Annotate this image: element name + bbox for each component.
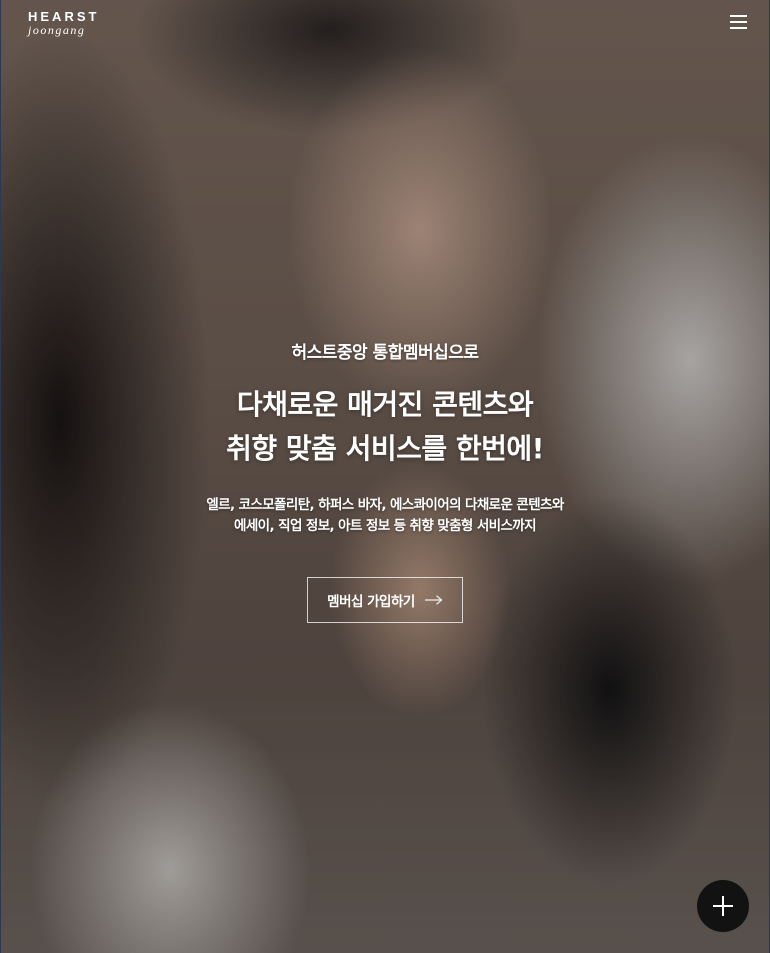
menu-bar [730, 27, 747, 29]
arrow-right-icon [424, 595, 443, 605]
hero-description: 엘르, 코스모폴리탄, 하퍼스 바자, 에스콰이어의 다채로운 콘텐츠와 에세이… [0, 495, 770, 537]
plus-icon [713, 896, 733, 916]
logo-wordmark-bottom: joongang [28, 23, 86, 37]
hero-description-line-1: 엘르, 코스모폴리탄, 하퍼스 바자, 에스콰이어의 다채로운 콘텐츠와 [206, 497, 564, 513]
page: HEARST joongang 허스트중앙 통합멤버십으로 다채로운 매거진 콘… [0, 0, 770, 953]
hero-headline-line-2: 취향 맞춤 서비스를 한번에! [226, 432, 544, 465]
menu-bar [730, 21, 747, 23]
hero-description-line-2: 에세이, 직업 정보, 아트 정보 등 취향 맞춤형 서비스까지 [234, 518, 537, 534]
hero-eyebrow: 허스트중앙 통합멤버십으로 [291, 343, 479, 363]
hero-headline: 다채로운 매거진 콘텐츠와 취향 맞춤 서비스를 한번에! [0, 383, 770, 471]
menu-bar [730, 15, 747, 17]
logo-wordmark-top: HEARST [28, 9, 100, 24]
join-membership-label: 멤버십 가입하기 [327, 594, 415, 610]
join-membership-button[interactable]: 멤버십 가입하기 [307, 577, 463, 623]
hamburger-menu-icon[interactable] [730, 14, 748, 30]
floating-add-button[interactable] [697, 880, 749, 932]
hero-content: 허스트중앙 통합멤버십으로 다채로운 매거진 콘텐츠와 취향 맞춤 서비스를 한… [0, 338, 770, 623]
logo[interactable]: HEARST joongang [28, 10, 99, 36]
hero-headline-line-1: 다채로운 매거진 콘텐츠와 [236, 388, 534, 421]
